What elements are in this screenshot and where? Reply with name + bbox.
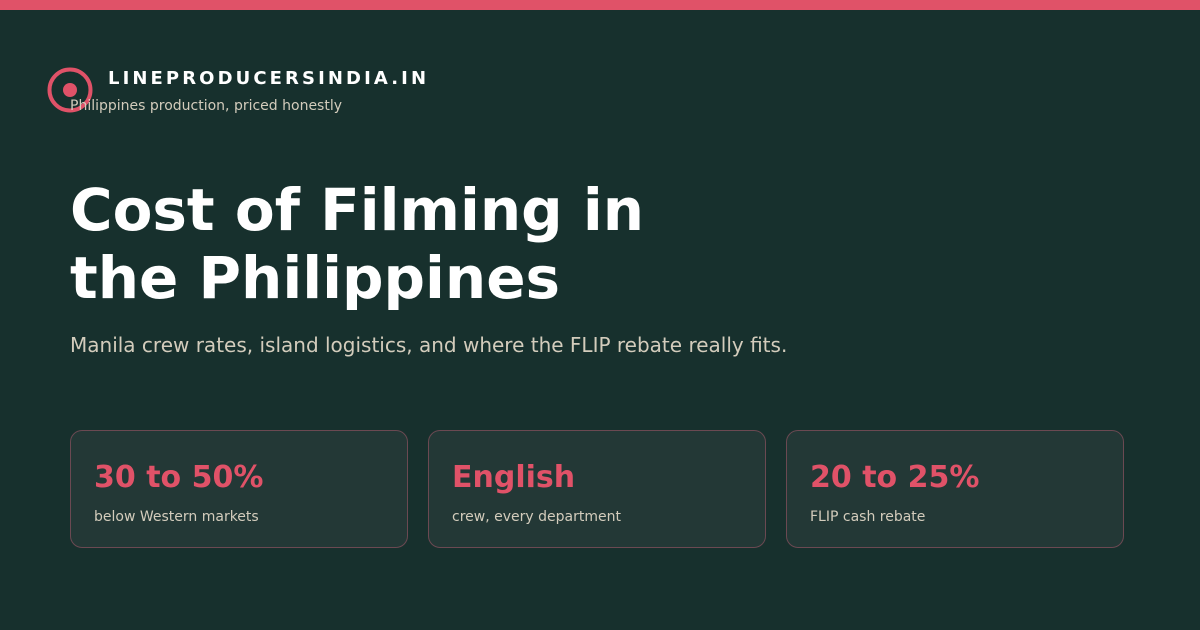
stat-value: English [452,460,576,495]
top-accent-bar [0,0,1200,10]
stat-card-language: English crew, every department [428,430,766,548]
page-title-line-1: Cost of Filming in [70,176,644,244]
stat-label: crew, every department [452,509,621,525]
brand-name: LINEPRODUCERSINDIA.IN [108,68,430,89]
page-subtitle: Manila crew rates, island logistics, and… [70,333,788,357]
stat-label: FLIP cash rebate [810,509,926,525]
page-title: Cost of Filming in the Philippines [70,176,750,312]
stat-label: below Western markets [94,509,259,525]
stat-value: 30 to 50% [94,460,264,495]
stat-card-cost: 30 to 50% below Western markets [70,430,408,548]
brand-tagline: Philippines production, priced honestly [70,98,343,114]
stat-value: 20 to 25% [810,460,980,495]
page-title-line-2: the Philippines [70,244,561,312]
stat-card-rebate: 20 to 25% FLIP cash rebate [786,430,1124,548]
